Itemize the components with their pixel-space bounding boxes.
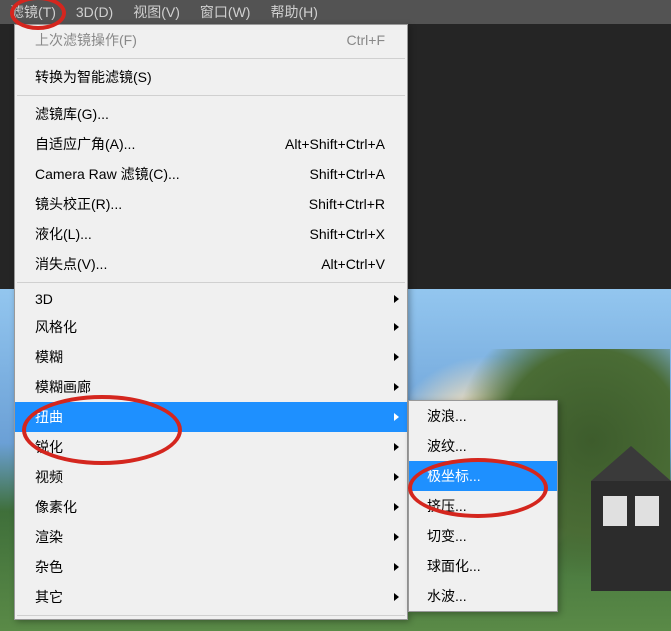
menu-view[interactable]: 视图(V) [123, 0, 190, 25]
menu-separator [17, 58, 405, 59]
menu-item-noise[interactable]: 杂色 [15, 552, 407, 582]
menu-shortcut: Ctrl+F [347, 32, 386, 48]
menu-item-pixelate[interactable]: 像素化 [15, 492, 407, 522]
menu-label: 自适应广角(A)... [35, 134, 135, 154]
menu-item-other[interactable]: 其它 [15, 582, 407, 612]
menu-label: 消失点(V)... [35, 254, 107, 274]
menu-label: 转换为智能滤镜(S) [35, 67, 152, 87]
chevron-right-icon [394, 323, 399, 331]
menu-label: 球面化... [427, 556, 481, 576]
menu-label: 挤压... [427, 496, 467, 516]
house-decoration [591, 481, 671, 591]
menu-label: 液化(L)... [35, 224, 92, 244]
menu-item-blur[interactable]: 模糊 [15, 342, 407, 372]
menu-label: 视频 [35, 467, 63, 487]
menu-label: 滤镜库(G)... [35, 104, 109, 124]
menu-label: 杂色 [35, 557, 63, 577]
menu-label: 渲染 [35, 527, 63, 547]
menu-label: 切变... [427, 526, 467, 546]
menu-label: 其它 [35, 587, 63, 607]
chevron-right-icon [394, 383, 399, 391]
menu-window[interactable]: 窗口(W) [190, 0, 261, 25]
menu-label: 锐化 [35, 437, 63, 457]
menu-label: 3D [35, 291, 53, 307]
menu-item-liquify[interactable]: 液化(L)... Shift+Ctrl+X [15, 219, 407, 249]
menubar: 滤镜(T) 3D(D) 视图(V) 窗口(W) 帮助(H) [0, 0, 671, 24]
menu-3d[interactable]: 3D(D) [66, 1, 123, 23]
submenu-item-wave[interactable]: 波浪... [409, 401, 557, 431]
menu-shortcut: Shift+Ctrl+R [309, 196, 385, 212]
submenu-item-zigzag[interactable]: 水波... [409, 581, 557, 611]
chevron-right-icon [394, 533, 399, 541]
chevron-right-icon [394, 503, 399, 511]
menu-label: 上次滤镜操作(F) [35, 30, 137, 50]
menu-label: 镜头校正(R)... [35, 194, 122, 214]
menu-label: 波纹... [427, 436, 467, 456]
menu-item-3d[interactable]: 3D [15, 286, 407, 312]
menu-label: 水波... [427, 586, 467, 606]
submenu-item-ripple[interactable]: 波纹... [409, 431, 557, 461]
menu-item-lens-correct[interactable]: 镜头校正(R)... Shift+Ctrl+R [15, 189, 407, 219]
menu-item-camera-raw[interactable]: Camera Raw 滤镜(C)... Shift+Ctrl+A [15, 159, 407, 189]
chevron-right-icon [394, 295, 399, 303]
menu-label: 波浪... [427, 406, 467, 426]
menu-help[interactable]: 帮助(H) [260, 0, 327, 25]
menu-label: 扭曲 [35, 407, 63, 427]
menu-item-vanishing[interactable]: 消失点(V)... Alt+Ctrl+V [15, 249, 407, 279]
menu-separator [17, 615, 405, 616]
menu-item-stylize[interactable]: 风格化 [15, 312, 407, 342]
menu-item-filter-gallery[interactable]: 滤镜库(G)... [15, 99, 407, 129]
menu-item-last-filter[interactable]: 上次滤镜操作(F) Ctrl+F [15, 25, 407, 55]
menu-filter[interactable]: 滤镜(T) [0, 0, 66, 25]
menu-separator [17, 282, 405, 283]
menu-separator [17, 95, 405, 96]
menu-label: 风格化 [35, 317, 77, 337]
chevron-right-icon [394, 353, 399, 361]
menu-item-render[interactable]: 渲染 [15, 522, 407, 552]
chevron-right-icon [394, 443, 399, 451]
menu-shortcut: Shift+Ctrl+X [310, 226, 385, 242]
submenu-item-polar[interactable]: 极坐标... [409, 461, 557, 491]
menu-shortcut: Alt+Shift+Ctrl+A [285, 136, 385, 152]
menu-label: 模糊画廊 [35, 377, 91, 397]
menu-item-sharpen[interactable]: 锐化 [15, 432, 407, 462]
menu-item-distort[interactable]: 扭曲 [15, 402, 407, 432]
menu-item-blur-gallery[interactable]: 模糊画廊 [15, 372, 407, 402]
menu-label: 极坐标... [427, 466, 481, 486]
menu-shortcut: Shift+Ctrl+A [310, 166, 385, 182]
menu-label: 模糊 [35, 347, 63, 367]
chevron-right-icon [394, 593, 399, 601]
menu-shortcut: Alt+Ctrl+V [321, 256, 385, 272]
menu-label: Camera Raw 滤镜(C)... [35, 164, 180, 184]
menu-item-convert-smart[interactable]: 转换为智能滤镜(S) [15, 62, 407, 92]
menu-label: 像素化 [35, 497, 77, 517]
menu-item-adaptive-wide[interactable]: 自适应广角(A)... Alt+Shift+Ctrl+A [15, 129, 407, 159]
distort-submenu: 波浪... 波纹... 极坐标... 挤压... 切变... 球面化... 水波… [408, 400, 558, 612]
filter-dropdown: 上次滤镜操作(F) Ctrl+F 转换为智能滤镜(S) 滤镜库(G)... 自适… [14, 24, 408, 620]
submenu-item-shear[interactable]: 切变... [409, 521, 557, 551]
submenu-item-pinch[interactable]: 挤压... [409, 491, 557, 521]
submenu-item-spherize[interactable]: 球面化... [409, 551, 557, 581]
chevron-right-icon [394, 413, 399, 421]
chevron-right-icon [394, 473, 399, 481]
chevron-right-icon [394, 563, 399, 571]
menu-item-video[interactable]: 视频 [15, 462, 407, 492]
